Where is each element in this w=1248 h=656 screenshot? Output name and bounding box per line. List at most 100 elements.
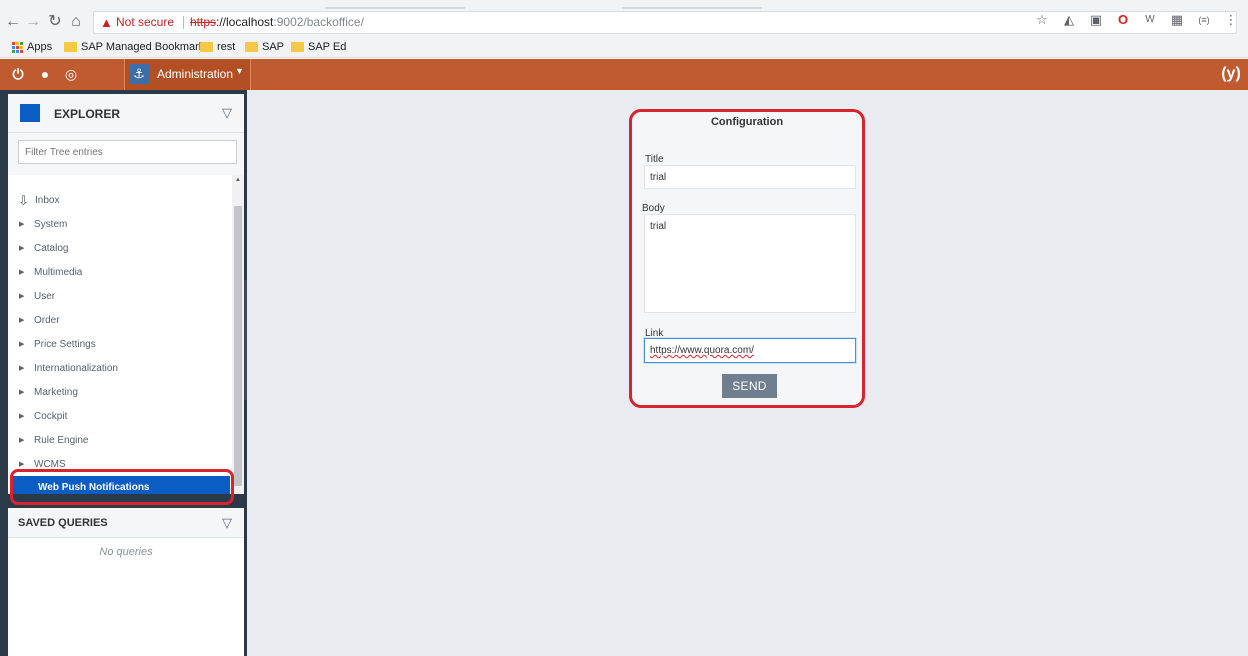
count-extension-icon[interactable]: (≡) (1195, 11, 1213, 29)
caret-down-icon: ▼ (235, 66, 244, 76)
drive-icon[interactable]: ◭ (1060, 11, 1078, 29)
warning-icon: ▲ (100, 15, 113, 30)
title-input[interactable] (644, 165, 856, 189)
tree-item-internationalization[interactable]: ▶ Internationalization (8, 357, 230, 381)
bookmark-label: SAP (262, 41, 285, 53)
caret-right-icon: ▶ (19, 293, 25, 300)
user-icon[interactable]: ● (36, 65, 54, 83)
folder-icon (200, 42, 213, 52)
caret-right-icon: ▶ (19, 365, 25, 372)
tree-item-label: Cockpit (34, 411, 68, 422)
saved-queries-header: SAVED QUERIES ▽ (8, 508, 244, 538)
extension-square-icon[interactable]: ▣ (1087, 11, 1105, 29)
tree-item-rule-engine[interactable]: ▶ Rule Engine (8, 429, 230, 453)
link-value: https://www.quora.com/ (650, 345, 754, 356)
tree-item-label: Price Settings (34, 339, 96, 350)
highlight-annotation-tree (10, 469, 234, 505)
explorer-panel: EXPLORER ▽ ▲ ⇩ Inbox ▶ System ▶ Catalog … (0, 90, 247, 656)
tree-item-marketing[interactable]: ▶ Marketing (8, 381, 230, 405)
bookmark-sap-managed[interactable]: SAP Managed Bookmarks (64, 40, 210, 54)
tree-item-inbox[interactable]: ⇩ Inbox (8, 189, 230, 213)
body-textarea[interactable]: trial (644, 214, 856, 313)
browser-tabstrip (0, 0, 1248, 9)
divider (183, 16, 184, 29)
filter-funnel-icon[interactable]: ▽ (220, 106, 234, 120)
tree-item-label: Inbox (35, 195, 60, 206)
tree-item-cockpit[interactable]: ▶ Cockpit (8, 405, 230, 429)
tree-item-label: Order (34, 315, 60, 326)
body-label: Body (642, 203, 665, 214)
tree-item-label: Catalog (34, 243, 69, 254)
menu-icon[interactable]: ⋮ (1222, 11, 1240, 29)
title-label: Title (645, 154, 664, 165)
caret-right-icon: ▶ (19, 413, 25, 420)
reload-icon[interactable]: ↻ (45, 12, 65, 32)
not-secure-label: Not secure (116, 15, 175, 29)
bookmark-label: SAP Ed (308, 41, 347, 53)
administration-icon: ⚓ (129, 64, 149, 84)
home-icon[interactable]: ⌂ (66, 12, 86, 32)
tree-item-label: User (34, 291, 56, 302)
caret-right-icon: ▶ (19, 221, 25, 228)
help-icon[interactable]: ◎ (62, 65, 80, 83)
url-text: https://localhost:9002/backoffice/ (190, 12, 364, 33)
bookmark-apps[interactable]: Apps (12, 40, 52, 54)
bookmark-label: Apps (27, 41, 53, 53)
scroll-up-icon[interactable]: ▲ (234, 176, 242, 184)
back-icon[interactable]: ← (3, 12, 23, 32)
forward-icon[interactable]: → (23, 12, 43, 32)
send-button[interactable]: SEND (722, 374, 777, 398)
perspective-chooser[interactable]: ⚓ Administration ▼ (124, 59, 251, 90)
browser-toolbar: ← → ↻ ⌂ ▲ Not secure https://localhost:9… (0, 9, 1248, 36)
configuration-title: Configuration (710, 116, 784, 128)
tree-item-catalog[interactable]: ▶ Catalog (8, 237, 230, 261)
explorer-title: EXPLORER (54, 107, 121, 121)
tree-item-multimedia[interactable]: ▶ Multimedia (8, 261, 230, 285)
brand-logo-icon: (y) (1221, 65, 1241, 82)
tree-item-label: Internationalization (34, 363, 118, 374)
caret-right-icon: ▶ (19, 317, 25, 324)
bookmark-sap-ed[interactable]: SAP Ed (291, 40, 346, 54)
url-host: ://localhost (216, 15, 274, 29)
perspective-label: Administration (157, 67, 234, 81)
tree-item-label: System (34, 219, 68, 230)
apps-icon (12, 41, 23, 53)
tree-item-system[interactable]: ▶ System (8, 213, 230, 237)
power-icon[interactable]: ⏻ (9, 65, 27, 83)
star-icon[interactable]: ☆ (1033, 11, 1051, 29)
filter-area (8, 133, 244, 175)
tree-item-label: Rule Engine (34, 435, 89, 446)
caret-right-icon: ▶ (19, 389, 25, 396)
bookmark-sap[interactable]: SAP (245, 40, 284, 54)
caret-right-icon: ▶ (19, 269, 25, 276)
explorer-logo-icon (20, 104, 40, 122)
folder-icon (291, 42, 304, 52)
folder-icon (64, 42, 77, 52)
tree-item-label: Marketing (34, 387, 78, 398)
saved-queries-funnel-icon[interactable]: ▽ (220, 516, 234, 530)
translate-icon[interactable]: ▦ (1168, 11, 1186, 29)
link-input[interactable]: https://www.quora.com/ (644, 338, 856, 363)
inbox-icon: ⇩ (18, 193, 29, 208)
no-queries-text: No queries (99, 546, 153, 558)
tree-item-user[interactable]: ▶ User (8, 285, 230, 309)
saved-queries-list: No queries (8, 538, 244, 656)
caret-right-icon: ▶ (19, 341, 25, 348)
filter-tree-input[interactable] (18, 140, 237, 164)
w-extension-icon[interactable]: W (1141, 11, 1159, 29)
bookmark-label: SAP Managed Bookmarks (81, 41, 210, 53)
bookmark-rest[interactable]: rest (200, 40, 235, 54)
url-path: :9002/backoffice/ (273, 15, 364, 29)
bookmark-label: rest (217, 41, 236, 53)
scrollbar-thumb[interactable] (234, 206, 242, 486)
opera-icon[interactable]: O (1114, 11, 1132, 29)
folder-icon (245, 42, 258, 52)
url-scheme: https (190, 15, 217, 29)
caret-right-icon: ▶ (19, 461, 25, 468)
saved-queries-title: SAVED QUERIES (18, 517, 108, 529)
tree-item-order[interactable]: ▶ Order (8, 309, 230, 333)
tree-item-price-settings[interactable]: ▶ Price Settings (8, 333, 230, 357)
explorer-header: EXPLORER ▽ (8, 94, 244, 133)
tree-item-label: Multimedia (34, 267, 83, 278)
configuration-form: Configuration Title Body trial Link http… (629, 109, 865, 408)
